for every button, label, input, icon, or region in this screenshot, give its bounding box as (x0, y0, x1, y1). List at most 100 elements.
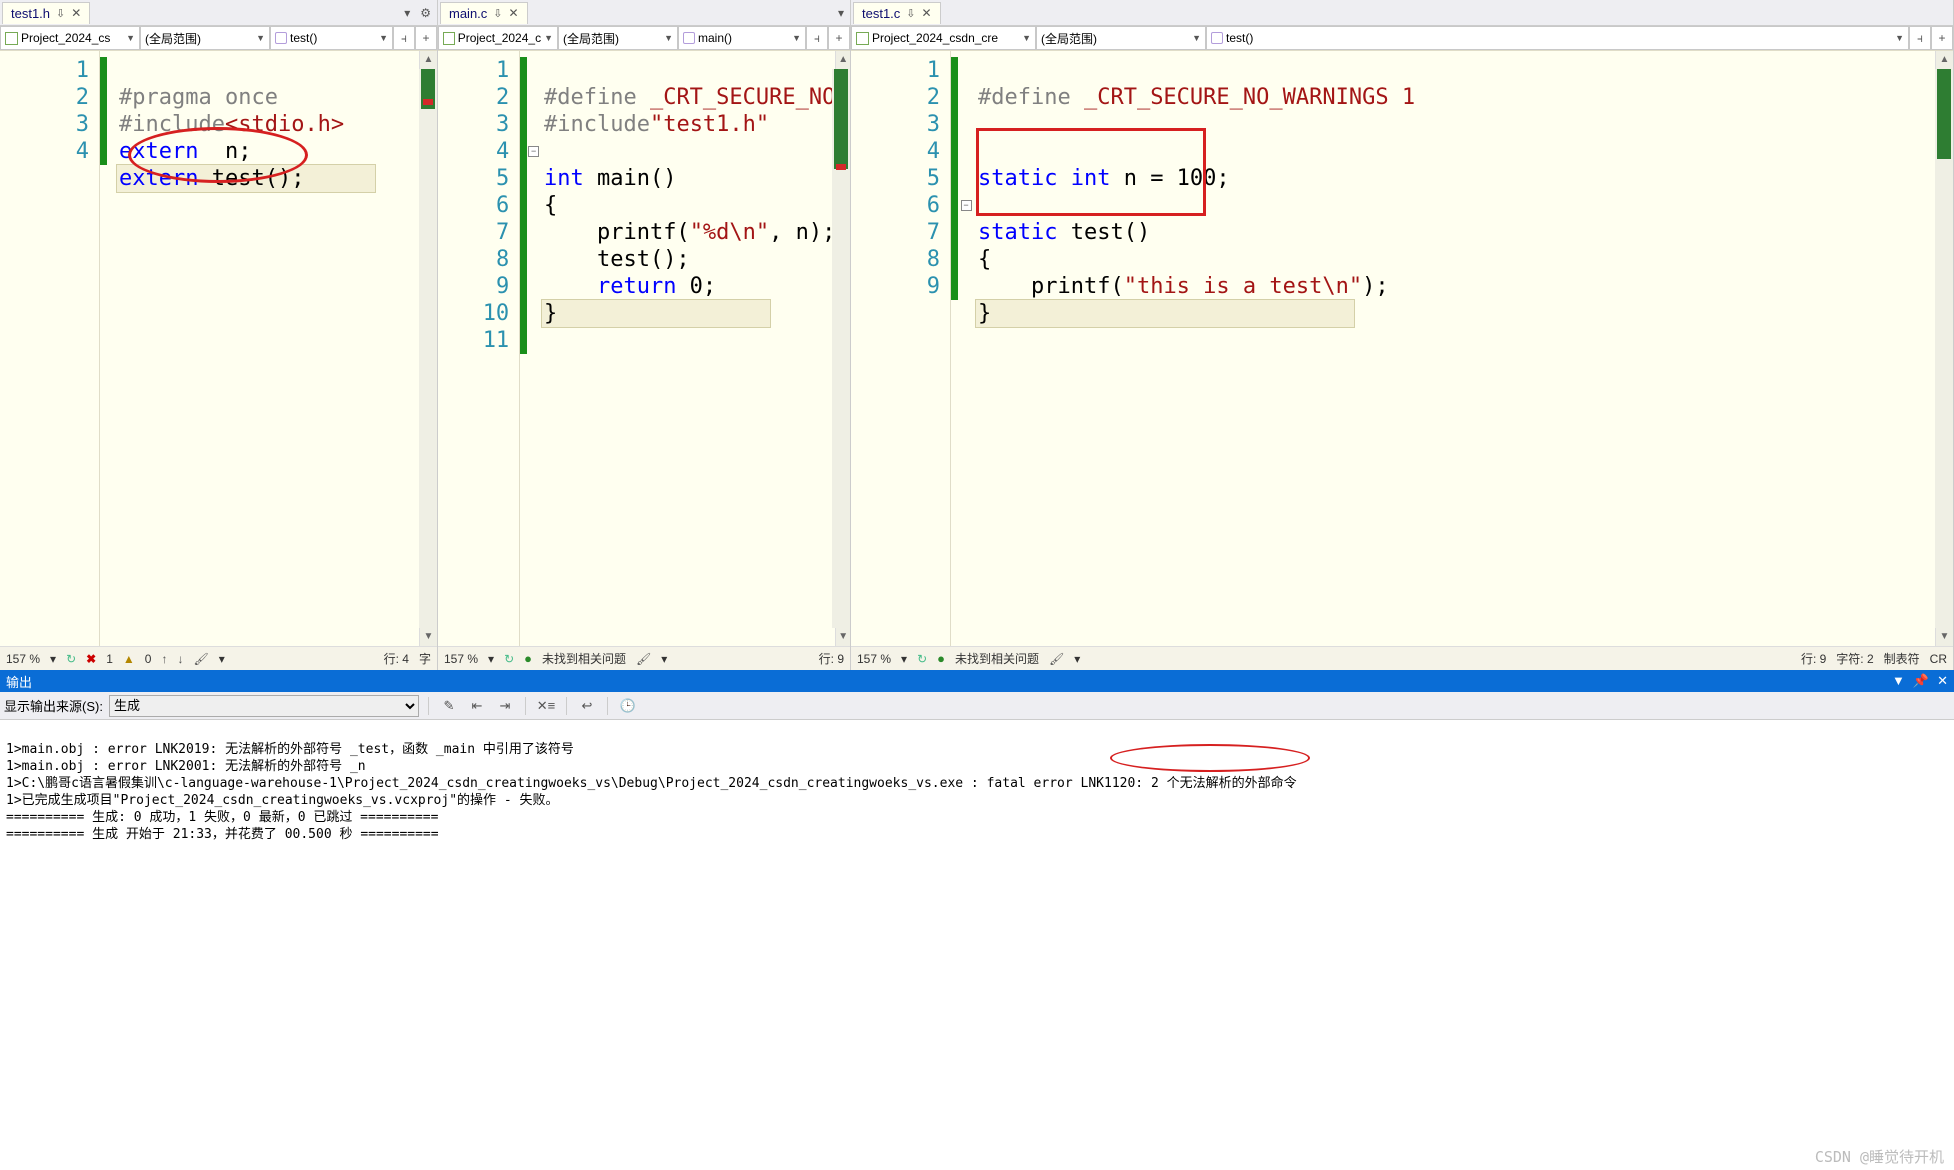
scroll-down-icon[interactable]: ▼ (420, 628, 437, 646)
status-msg: 未找到相关问题 (955, 650, 1039, 667)
output-toolbar: 显示输出来源(S): 生成 ✎ ⇤ ⇥ ✕≡ ↩ 🕒 (0, 692, 1954, 720)
output-source-label: 显示输出来源(S): (4, 696, 103, 715)
scroll-down-icon[interactable]: ▼ (836, 628, 850, 646)
brush-icon[interactable]: 🖌 (1049, 652, 1064, 666)
vertical-scrollbar[interactable]: ▲ ▼ (835, 51, 850, 646)
split-button[interactable]: ⫞ (1909, 26, 1931, 50)
prev-icon[interactable]: ⇤ (466, 695, 488, 717)
scope-selector[interactable]: (全局范围)▼ (558, 26, 678, 50)
refresh-icon[interactable]: ↻ (66, 652, 76, 666)
nav-down-icon[interactable]: ↓ (177, 652, 183, 666)
vertical-scrollbar[interactable]: ▲ ▼ (419, 51, 437, 646)
line-gutter: 1234567891011 (438, 51, 520, 646)
pin-icon[interactable]: ⇩ (56, 7, 65, 20)
project-selector[interactable]: Project_2024_cs▼ (0, 26, 140, 50)
code-area[interactable]: #pragma once #include<stdio.h> extern n;… (107, 51, 419, 646)
chevron-down-icon[interactable]: ▾ (219, 652, 225, 666)
split-button[interactable]: ⫞ (393, 26, 415, 50)
chevron-down-icon[interactable]: ▾ (901, 652, 907, 666)
function-selector[interactable]: test()▼ (1206, 26, 1909, 50)
scroll-up-icon[interactable]: ▲ (420, 51, 437, 69)
chevron-down-icon: ▼ (1192, 33, 1201, 43)
chevron-down-icon: ▼ (1895, 33, 1904, 43)
code-editor[interactable]: 123456789 − #define _CRT_SECURE_NO_WARNI… (851, 51, 1953, 646)
project-selector[interactable]: Project_2024_csdn_cre▼ (851, 26, 1036, 50)
nav-bar: Project_2024_c▼ (全局范围)▼ main()▼ ⫞ + (438, 26, 850, 51)
tab-strip: test1.c ⇩ ✕ (851, 0, 1953, 26)
brush-icon[interactable]: 🖌 (193, 652, 208, 666)
chevron-down-icon: ▼ (256, 33, 265, 43)
chevron-down-icon: ▼ (664, 33, 673, 43)
tab-dropdown-icon[interactable]: ▾ (834, 6, 848, 20)
function-selector[interactable]: main()▼ (678, 26, 806, 50)
tab-test1-h[interactable]: test1.h ⇩ ✕ (2, 2, 90, 24)
goto-icon[interactable]: ✎ (438, 695, 460, 717)
vertical-scrollbar[interactable]: ▲ ▼ (1935, 51, 1953, 646)
function-selector[interactable]: test()▼ (270, 26, 393, 50)
tab-label: test1.c (862, 6, 900, 21)
chevron-down-icon[interactable]: ▾ (661, 652, 667, 666)
line-indicator: 行: 4 (384, 650, 409, 667)
output-body[interactable]: 1>main.obj : error LNK2019: 无法解析的外部符号 _t… (0, 720, 1954, 1170)
tab-main-c[interactable]: main.c ⇩ ✕ (440, 2, 528, 24)
editor-status-bar: 157 %▾ ↻ ●未找到相关问题 🖌▾ 行: 9 (438, 646, 850, 670)
function-icon (1211, 32, 1223, 44)
close-icon[interactable]: ✕ (71, 6, 81, 20)
chevron-down-icon[interactable]: ▾ (1074, 652, 1080, 666)
scroll-up-icon[interactable]: ▲ (836, 51, 850, 69)
zoom-level[interactable]: 157 % (6, 652, 40, 666)
line-indicator: 行: 9 (819, 650, 844, 667)
zoom-level[interactable]: 157 % (444, 652, 478, 666)
line-gutter: 1 2 3 4 (0, 51, 100, 646)
gear-icon[interactable]: ⚙ (416, 6, 435, 20)
watermark: CSDN @睡觉待开机 (1815, 1149, 1944, 1166)
scope-selector[interactable]: (全局范围)▼ (1036, 26, 1206, 50)
next-icon[interactable]: ⇥ (494, 695, 516, 717)
warning-icon[interactable]: ▲ (123, 652, 135, 666)
fold-icon[interactable]: − (528, 146, 539, 157)
pin-icon[interactable]: 📌 (1913, 673, 1929, 689)
error-icon[interactable]: ✖ (86, 652, 96, 666)
split-button[interactable]: ⫞ (806, 26, 828, 50)
close-icon[interactable]: ✕ (922, 6, 932, 20)
refresh-icon[interactable]: ↻ (917, 652, 927, 666)
output-line: ========== 生成: 0 成功，1 失败，0 最新，0 已跳过 ====… (6, 810, 438, 825)
refresh-icon[interactable]: ↻ (504, 652, 514, 666)
close-icon[interactable]: ✕ (1937, 673, 1948, 689)
scope-selector[interactable]: (全局范围)▼ (140, 26, 270, 50)
tab-test1-c[interactable]: test1.c ⇩ ✕ (853, 2, 941, 24)
wrap-icon[interactable]: ↩ (576, 695, 598, 717)
output-line: 1>C:\鹏哥c语言暑假集训\c-language-warehouse-1\Pr… (6, 776, 1297, 791)
pin-icon[interactable]: ⇩ (906, 7, 915, 20)
pin-icon[interactable]: ⇩ (493, 7, 502, 20)
fold-icon[interactable]: − (961, 200, 972, 211)
char-indicator: 字 (419, 650, 431, 667)
add-button[interactable]: + (415, 26, 437, 50)
dropdown-icon[interactable]: ▼ (1892, 673, 1905, 689)
tab-dropdown-icon[interactable]: ▾ (400, 6, 414, 20)
code-area[interactable]: #define _CRT_SECURE_NO_WARNINGS 1 static… (974, 51, 1935, 646)
brush-icon[interactable]: 🖌 (636, 652, 651, 666)
code-area[interactable]: #define _CRT_SECURE_NO #include"test1.h"… (540, 51, 835, 646)
scroll-up-icon[interactable]: ▲ (1936, 51, 1953, 69)
code-editor[interactable]: 1 2 3 4 #pragma once #include<stdio.h> e… (0, 51, 437, 646)
scroll-down-icon[interactable]: ▼ (1936, 628, 1953, 646)
overview-ruler (1935, 69, 1953, 628)
add-button[interactable]: + (1931, 26, 1953, 50)
add-button[interactable]: + (828, 26, 850, 50)
zoom-level[interactable]: 157 % (857, 652, 891, 666)
chevron-down-icon[interactable]: ▾ (488, 652, 494, 666)
editor-pane-test1-c: test1.c ⇩ ✕ Project_2024_csdn_cre▼ (全局范围… (851, 0, 1954, 670)
code-editor[interactable]: 1234567891011 − #define _CRT_SECURE_NO #… (438, 51, 850, 646)
nav-up-icon[interactable]: ↑ (161, 652, 167, 666)
change-bar (951, 51, 958, 646)
clear-icon[interactable]: ✕≡ (535, 695, 557, 717)
close-icon[interactable]: ✕ (509, 6, 519, 20)
char-indicator: 字符: 2 (1836, 650, 1873, 667)
editor-status-bar: 157 %▾ ↻ ✖1 ▲0 ↑ ↓ 🖌▾ 行: 4 字 (0, 646, 437, 670)
chevron-down-icon: ▼ (544, 33, 553, 43)
project-selector[interactable]: Project_2024_c▼ (438, 26, 558, 50)
output-source-select[interactable]: 生成 (109, 695, 419, 717)
clock-icon[interactable]: 🕒 (617, 695, 639, 717)
chevron-down-icon[interactable]: ▾ (50, 652, 56, 666)
